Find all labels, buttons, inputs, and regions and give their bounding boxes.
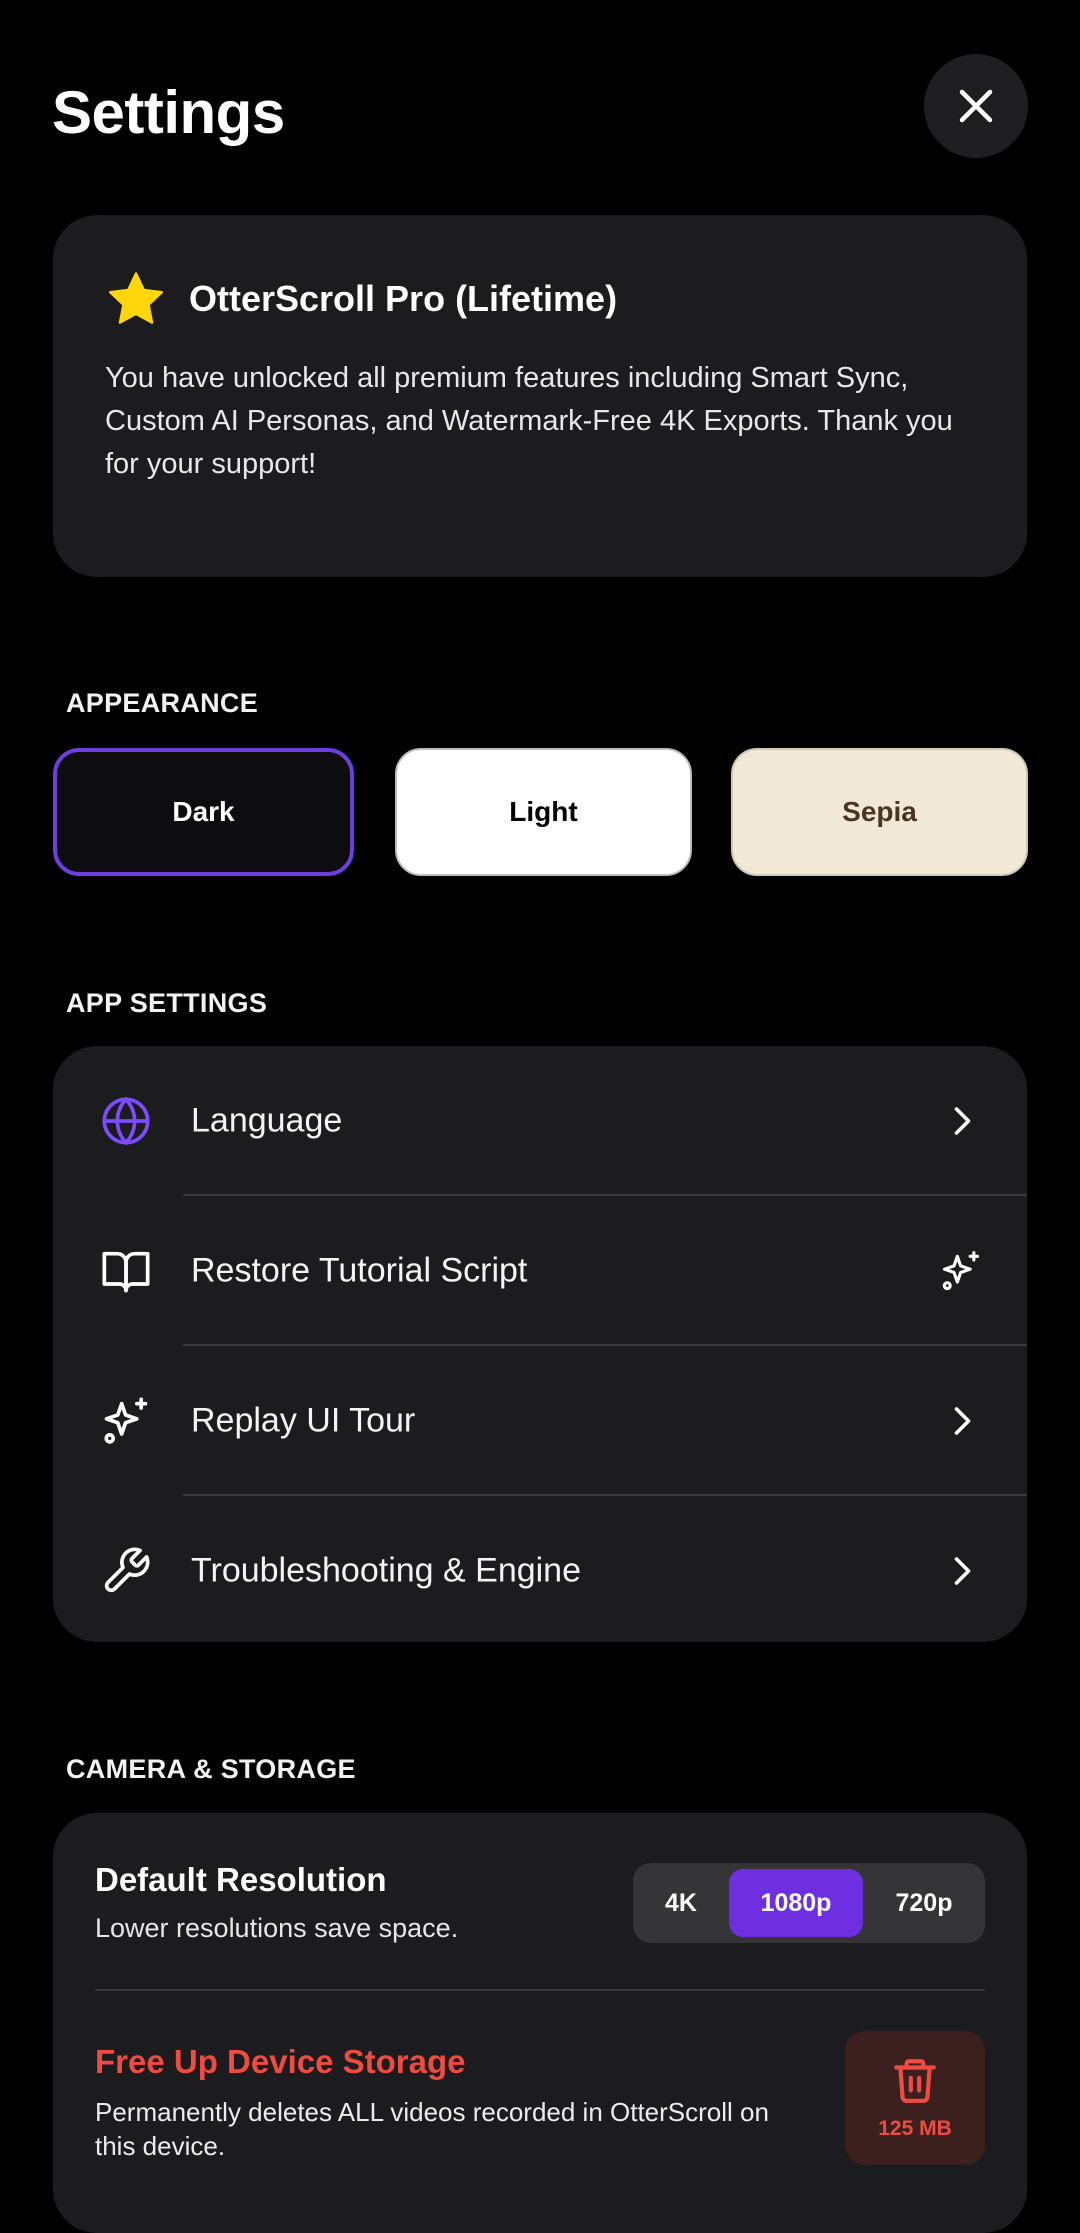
camera-section-label: CAMERA & STORAGE [66,1754,356,1784]
close-icon [959,89,993,123]
chevron-right-icon [939,1399,983,1443]
resolution-title: Default Resolution [95,1861,387,1898]
chevron-right-icon [939,1549,983,1593]
settings-item-language[interactable]: Language [53,1046,1027,1196]
page-title: Settings [52,79,285,146]
settings-item-restore-tutorial[interactable]: Restore Tutorial Script [53,1196,1027,1346]
delete-videos-button[interactable]: 125 MB [845,2031,985,2165]
resolution-subtitle: Lower resolutions save space. [95,1913,459,1943]
camera-storage-card: Default Resolution Lower resolutions sav… [53,1813,1027,2233]
app-settings-list: Language Restore Tutorial Script Replay … [53,1046,1027,1642]
star-icon [109,272,163,324]
header: Settings [52,54,1028,180]
resolution-option-4k[interactable]: 4K [641,1869,721,1937]
appearance-section-label: APPEARANCE [66,688,259,718]
theme-light-button[interactable]: Light [395,748,692,876]
settings-item-label: Restore Tutorial Script [191,1251,528,1290]
app-settings-section-label: APP SETTINGS [66,988,268,1018]
resolution-option-1080p[interactable]: 1080p [729,1869,863,1937]
settings-item-troubleshooting[interactable]: Troubleshooting & Engine [53,1496,1027,1646]
free-storage-description: Permanently deletes ALL videos recorded … [95,2097,769,2161]
storage-size-label: 125 MB [878,2117,952,2140]
chevron-right-icon [939,1099,983,1143]
wrench-icon [99,1544,153,1598]
resolution-segmented-control: 4K 1080p 720p [633,1863,985,1943]
sparkles-icon [99,1394,153,1448]
globe-icon [99,1094,153,1148]
book-icon [99,1244,153,1298]
sparkles-icon [939,1249,983,1293]
divider [95,1989,985,1991]
settings-item-label: Troubleshooting & Engine [191,1551,582,1590]
pro-description: You have unlocked all premium features i… [105,362,953,480]
settings-item-label: Replay UI Tour [191,1401,416,1440]
pro-title: OtterScroll Pro (Lifetime) [189,278,618,319]
pro-status-card: OtterScroll Pro (Lifetime) You have unlo… [53,215,1027,577]
free-storage-title: Free Up Device Storage [95,2043,466,2080]
settings-item-replay-tour[interactable]: Replay UI Tour [53,1346,1027,1496]
close-button[interactable] [924,54,1028,158]
resolution-option-720p[interactable]: 720p [871,1869,977,1937]
trash-icon [894,2059,936,2103]
theme-sepia-button[interactable]: Sepia [731,748,1028,876]
theme-dark-button[interactable]: Dark [53,748,354,876]
settings-item-label: Language [191,1101,343,1140]
